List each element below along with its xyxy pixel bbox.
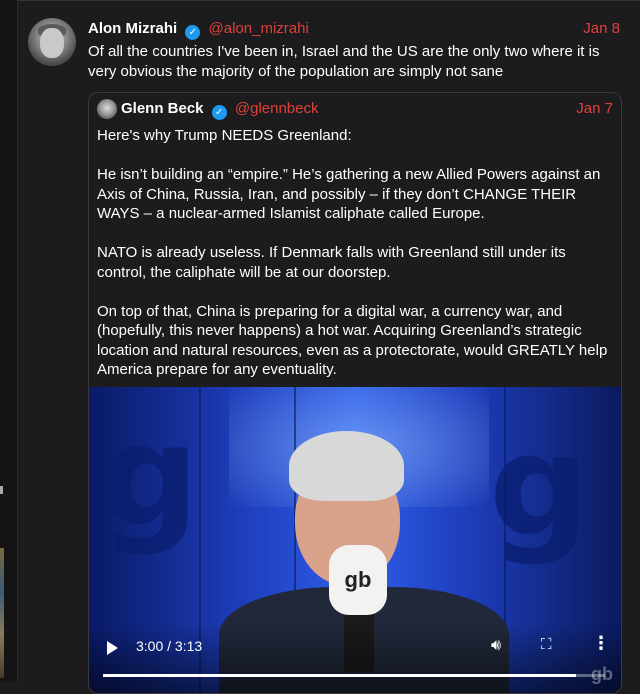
volume-icon[interactable]: 🔊︎ (491, 637, 501, 655)
quoted-paragraph: Here's why Trump NEEDS Greenland: (97, 127, 352, 144)
quoted-author-avatar[interactable] (97, 99, 117, 119)
quoted-author-handle[interactable]: @glennbeck (235, 100, 319, 117)
more-vertical-icon[interactable]: ⋮ (592, 633, 610, 654)
video-player[interactable]: g g gb 3:00 / 3:13 🔊︎ ⛶ ⋮ gb (89, 387, 621, 693)
verified-badge-icon: ✓ (211, 105, 227, 120)
verified-badge-icon: ✓ (185, 25, 201, 40)
quoted-paragraph: On top of that, China is preparing for a… (97, 302, 608, 379)
studio-backdrop-letter: g (99, 395, 200, 558)
avatar-face (40, 28, 64, 58)
author-avatar[interactable] (28, 18, 76, 66)
fullscreen-icon[interactable]: ⛶ (541, 636, 552, 653)
author-name[interactable]: Alon Mizrahi (88, 20, 177, 37)
quoted-tweet-body: Here's why Trump NEEDS Greenland: He isn… (97, 126, 613, 399)
play-icon[interactable] (107, 641, 118, 655)
video-progress-fill (103, 674, 576, 677)
rail-thumbnail-strip (0, 548, 4, 678)
quoted-tweet-header: Glenn Beck ✓ @glennbeck Jan 7 (121, 100, 613, 120)
top-divider (17, 0, 640, 1)
microphone-logo: gb (329, 545, 387, 615)
tweet-date[interactable]: Jan 8 (583, 20, 620, 37)
rail-marker (0, 486, 3, 494)
quoted-tweet-date[interactable]: Jan 7 (576, 100, 613, 117)
person-hair (289, 431, 404, 501)
tweet-text: Of all the countries I've been in, Israe… (88, 43, 600, 80)
quoted-paragraph: NATO is already useless. If Denmark fall… (97, 244, 566, 281)
video-time: 3:00 / 3:13 (136, 638, 203, 654)
quoted-paragraph: He isn’t building an “empire.” He’s gath… (97, 166, 601, 222)
tweet-header: Alon Mizrahi ✓ @alon_mizrahi Jan 8 (88, 20, 620, 40)
studio-backdrop-letter: g (489, 405, 590, 568)
author-handle[interactable]: @alon_mizrahi (209, 20, 309, 37)
video-progress-bar[interactable] (103, 674, 605, 677)
video-controls: 3:00 / 3:13 🔊︎ ⛶ ⋮ gb (89, 623, 621, 693)
quoted-tweet[interactable]: Glenn Beck ✓ @glennbeck Jan 7 Here's why… (88, 92, 622, 694)
quoted-author-name[interactable]: Glenn Beck (121, 100, 204, 117)
left-rail (0, 0, 18, 682)
